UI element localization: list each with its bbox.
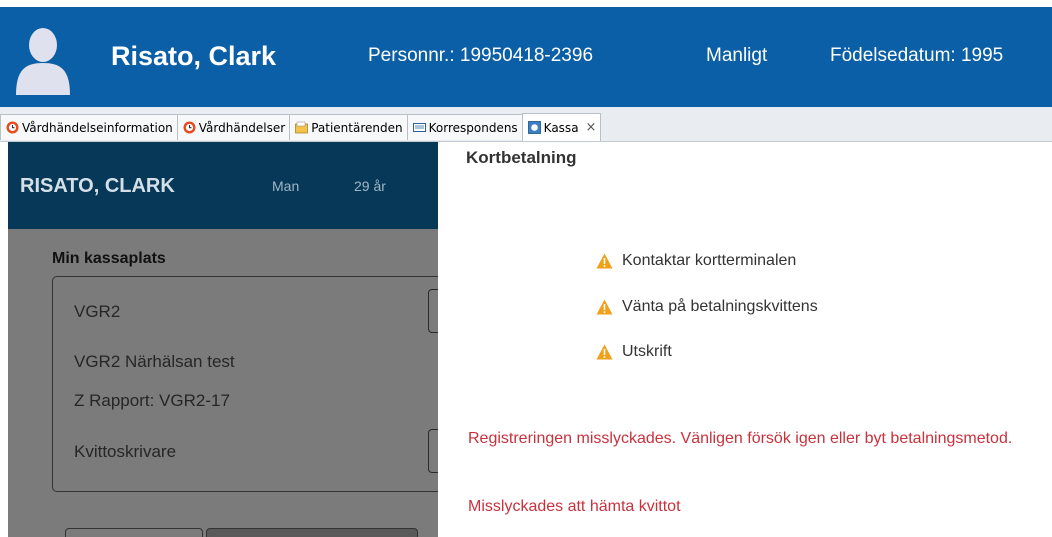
printer-select-button[interactable] — [428, 429, 438, 473]
checkout-section-label: Min kassaplats — [52, 250, 166, 267]
tab-vardhandelseinformation[interactable]: Vårdhändelseinformation — [0, 114, 178, 140]
personal-number: Personnr.: 19950418-2396 — [368, 45, 594, 66]
step-wait-receipt: Vänta på betalningskvittens — [596, 298, 818, 316]
checkout-panel: RISATO, CLARK Man 29 år Min kassaplats V… — [8, 142, 438, 537]
tab-label: Korrespondens — [428, 120, 518, 135]
patient-header: Risato, Clark Personnr.: 19950418-2396 M… — [0, 7, 1052, 107]
window-top-strip — [0, 0, 1052, 7]
register-name: VGR2 — [74, 302, 121, 321]
tab-vardhandelser[interactable]: Vårdhändelser — [176, 114, 291, 140]
birthdate-label: Födelsedatum: 1995 — [830, 45, 1004, 66]
tab-label: Kassa — [543, 120, 579, 135]
step-label: Kontaktar kortterminalen — [622, 252, 797, 269]
clock-icon — [6, 121, 19, 134]
patient-name: Risato, Clark — [111, 41, 277, 71]
tab-korrespondens[interactable]: Korrespondens — [406, 114, 523, 140]
envelope-icon — [412, 123, 426, 132]
warning-icon — [596, 299, 613, 315]
avatar-icon — [16, 28, 70, 95]
register-icon — [527, 121, 541, 134]
unit-name: VGR2 Närhälsan test — [74, 352, 235, 371]
patient-bar: RISATO, CLARK Man 29 år — [8, 142, 438, 229]
gender-label: Manligt — [706, 45, 768, 66]
secondary-button[interactable] — [65, 528, 203, 537]
step-contact-terminal: Kontaktar kortterminalen — [596, 252, 796, 270]
tab-label: Vårdhändelseinformation — [22, 120, 173, 135]
receipt-error-message: Misslyckades att hämta kvittot — [468, 498, 681, 515]
tab-label: Vårdhändelser — [198, 120, 286, 135]
card-payment-title: Kortbetalning — [466, 148, 577, 167]
step-label: Utskrift — [622, 343, 672, 360]
patient-name-upper: RISATO, CLARK — [20, 175, 175, 197]
folder-icon — [295, 121, 309, 134]
close-icon[interactable]: × — [586, 120, 597, 135]
warning-icon — [596, 253, 613, 269]
step-label: Vänta på betalningskvittens — [622, 298, 818, 315]
registration-error-message: Registreringen misslyckades. Vänligen fö… — [468, 430, 1013, 447]
patient-age: 29 år — [354, 178, 386, 194]
patient-gender: Man — [272, 178, 300, 194]
step-print: Utskrift — [596, 343, 672, 361]
tab-bar: Vårdhändelseinformation Vårdhändelser Pa… — [0, 107, 1052, 142]
clock-icon — [183, 121, 196, 134]
primary-button[interactable] — [206, 528, 418, 537]
tab-patientarenden[interactable]: Patientärenden — [289, 114, 408, 140]
printer-label: Kvittoskrivare — [74, 442, 177, 461]
tab-kassa[interactable]: Kassa × — [521, 113, 602, 141]
warning-icon — [596, 344, 613, 360]
card-payment-panel: Kortbetalning Kontaktar kortterminalen V… — [438, 142, 1052, 537]
z-report: Z Rapport: VGR2-17 — [74, 391, 230, 410]
tab-label: Patientärenden — [311, 120, 403, 135]
register-select-button[interactable] — [428, 289, 438, 333]
